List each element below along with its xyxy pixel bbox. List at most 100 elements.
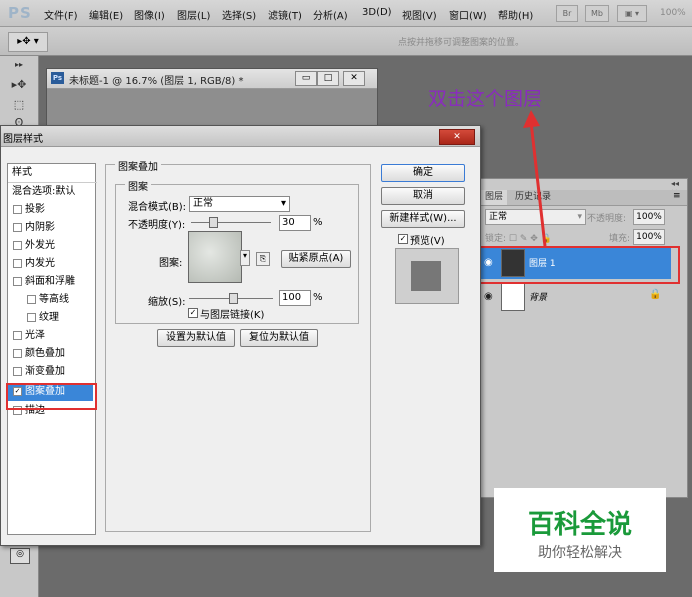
opacity-slider[interactable] [191, 222, 271, 223]
quick-mask-icon[interactable]: ◎ [10, 548, 30, 564]
marquee-tool-icon[interactable]: ⬚ [10, 98, 28, 112]
style-label: 内发光 [25, 258, 55, 269]
close-icon[interactable]: ✕ [439, 129, 475, 145]
lock-icons[interactable]: ☐ ✎ ✥ 🔒 [509, 234, 552, 244]
new-preset-icon[interactable]: ⎘ [256, 252, 270, 266]
make-default-button[interactable]: 设置为默认值 [157, 329, 235, 347]
checkbox[interactable] [13, 276, 22, 286]
menu-help[interactable]: 帮助(H) [498, 7, 533, 22]
document-title: 未标题-1 @ 16.7% (图层 1, RGB/8) * [69, 76, 244, 87]
checkbox[interactable] [27, 294, 36, 304]
cancel-button[interactable]: 取消 [381, 187, 465, 205]
checkbox[interactable] [27, 312, 36, 322]
panel-menu-icon[interactable]: ≡ [673, 191, 681, 201]
checkbox[interactable] [13, 330, 22, 340]
layers-panel: ◂◂ ✕ 图层 历史记录 ≡ 正常▾ 不透明度: 100% 锁定: ☐ ✎ ✥ … [480, 178, 688, 498]
menu-edit[interactable]: 编辑(E) [89, 7, 123, 22]
annotation-text: 双击这个图层 [428, 88, 543, 110]
toolbox-collapse-icon[interactable]: ▸▸ [10, 60, 28, 74]
link-with-layer-label: 与图层链接(K) [200, 310, 265, 321]
eye-icon[interactable]: ◉ [484, 291, 493, 302]
checkbox[interactable] [13, 240, 22, 250]
style-gradient-overlay[interactable]: 渐变叠加 [8, 363, 93, 381]
move-tool-preset-icon[interactable]: ▸✥ ▾ [8, 32, 48, 52]
checkbox[interactable] [13, 366, 22, 376]
style-label: 斜面和浮雕 [25, 276, 75, 287]
move-tool-icon[interactable]: ▸✥ [10, 78, 28, 92]
opacity-percent: % [313, 217, 323, 228]
style-contour[interactable]: 等高线 [8, 291, 107, 309]
minimize-icon[interactable]: ▭ [295, 71, 317, 86]
mini-bridge-button[interactable]: Mb [585, 5, 609, 22]
scale-slider-handle[interactable] [229, 293, 238, 304]
layer-name[interactable]: 背景 [529, 290, 547, 303]
checkbox[interactable] [13, 204, 22, 214]
watermark-title: 百科全说 [527, 510, 632, 540]
tab-history[interactable]: 历史记录 [511, 190, 555, 205]
fill-field[interactable]: 100% [633, 229, 665, 245]
style-drop-shadow[interactable]: 投影 [8, 201, 93, 219]
layer-thumbnail [501, 283, 525, 311]
style-blending-options[interactable]: 混合选项:默认 [8, 183, 97, 201]
pattern-picker-chevron-icon[interactable]: ▾ [240, 250, 250, 266]
fill-label: 填充: [609, 234, 631, 244]
style-outer-glow[interactable]: 外发光 [8, 237, 93, 255]
checkbox[interactable] [13, 258, 22, 268]
style-color-overlay[interactable]: 颜色叠加 [8, 345, 93, 363]
style-satin[interactable]: 光泽 [8, 327, 93, 345]
style-label: 投影 [25, 204, 45, 215]
lock-label: 锁定: ☐ ✎ ✥ 🔒 [485, 231, 552, 244]
reset-default-button[interactable]: 复位为默认值 [240, 329, 318, 347]
screen-mode-icon[interactable]: ▣ ▾ [617, 5, 647, 22]
layer-opacity-field[interactable]: 100% [633, 209, 665, 225]
layer-row-background[interactable]: ◉ 背景 🔒 [481, 281, 671, 313]
layer-blend-mode-select[interactable]: 正常 ▾ [485, 209, 586, 225]
new-style-button[interactable]: 新建样式(W)... [381, 210, 465, 228]
menu-layer[interactable]: 图层(L) [177, 7, 210, 22]
preview-checkbox[interactable]: ✓ [398, 234, 408, 244]
opacity-label: 不透明度(Y): [128, 220, 186, 231]
chevron-down-icon: ▾ [577, 212, 582, 222]
style-label: 等高线 [39, 294, 69, 305]
zoom-level[interactable]: 100% [660, 8, 686, 18]
watermark: 百科全说 助你轻松解决 [494, 488, 666, 572]
scale-field[interactable]: 100 [279, 290, 311, 306]
layer-opacity-label: 不透明度: [587, 214, 627, 224]
menu-analysis[interactable]: 分析(A) [313, 7, 348, 22]
menu-filter[interactable]: 滤镜(T) [268, 7, 302, 22]
close-icon[interactable]: ✕ [343, 71, 365, 86]
scale-label: 缩放(S): [148, 297, 186, 308]
dialog-title: 图层样式 [3, 134, 43, 145]
link-with-layer-checkbox[interactable]: ✓ [188, 308, 198, 318]
style-texture[interactable]: 纹理 [8, 309, 107, 327]
menu-image[interactable]: 图像(I) [134, 7, 165, 22]
menu-view[interactable]: 视图(V) [402, 7, 437, 22]
maximize-icon[interactable]: □ [317, 71, 339, 86]
layer-blend-mode-value: 正常 [489, 212, 508, 222]
style-inner-shadow[interactable]: 内阴影 [8, 219, 93, 237]
chevron-down-icon: ▾ [280, 198, 286, 209]
checkbox[interactable] [13, 222, 22, 232]
menu-window[interactable]: 窗口(W) [449, 7, 487, 22]
style-bevel-emboss[interactable]: 斜面和浮雕 [8, 273, 93, 291]
opacity-field[interactable]: 30 [279, 215, 311, 231]
snap-to-origin-button[interactable]: 贴紧原点(A) [281, 250, 351, 268]
blend-mode-value: 正常 [193, 198, 213, 209]
blend-mode-select[interactable]: 正常 ▾ [189, 196, 290, 212]
styles-header[interactable]: 样式 [8, 164, 97, 183]
menu-3d[interactable]: 3D(D) [362, 7, 392, 18]
checkbox[interactable] [13, 348, 22, 358]
scale-percent: % [313, 292, 323, 303]
tab-layers[interactable]: 图层 [481, 190, 508, 205]
style-inner-glow[interactable]: 内发光 [8, 255, 93, 273]
layer-style-dialog: 图层样式 ✕ 样式 混合选项:默认 投影 内阴影 外发光 内发光 斜面和浮雕 等… [0, 125, 481, 546]
pattern-swatch[interactable] [188, 231, 242, 283]
ok-button[interactable]: 确定 [381, 164, 465, 182]
opacity-slider-handle[interactable] [209, 217, 218, 228]
bridge-button[interactable]: Br [556, 5, 578, 22]
menu-bar: PS 文件(F) 编辑(E) 图像(I) 图层(L) 选择(S) 滤镜(T) 分… [0, 0, 692, 27]
menu-select[interactable]: 选择(S) [222, 7, 256, 22]
menu-file[interactable]: 文件(F) [44, 7, 78, 22]
watermark-subtitle: 助你轻松解决 [538, 545, 622, 561]
blend-mode-label: 混合模式(B): [128, 202, 187, 213]
